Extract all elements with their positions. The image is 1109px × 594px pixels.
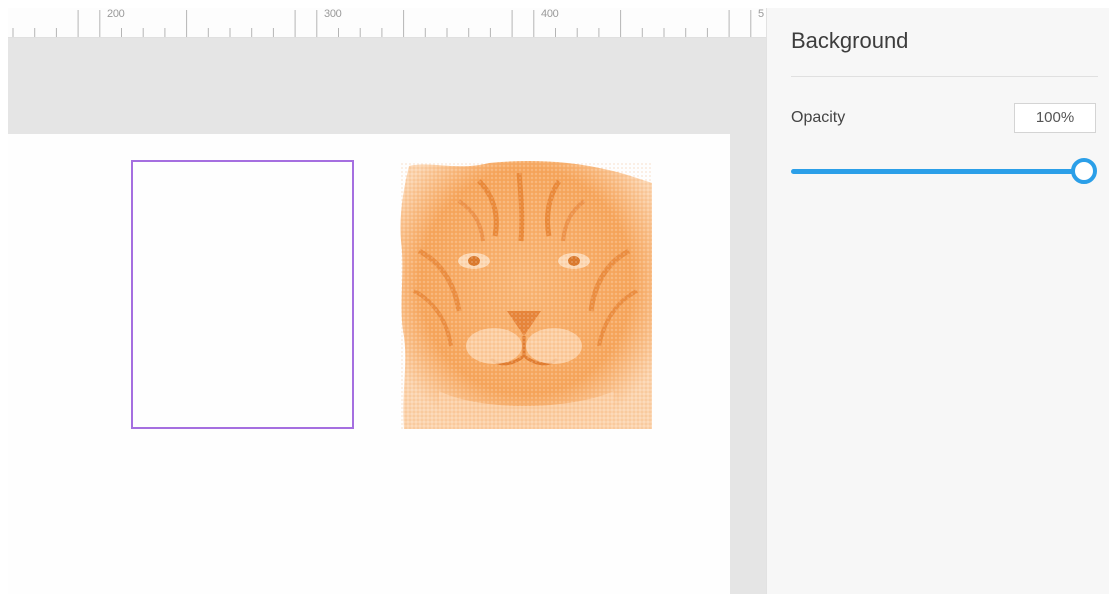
canvas-area[interactable]: 200 300 400 5 [8,8,766,594]
artboard[interactable] [8,134,730,594]
app-window: 200 300 400 5 Background Opacity 100% [0,0,1109,594]
properties-panel: Background Opacity 100% [766,8,1109,594]
opacity-slider[interactable] [791,158,1097,184]
tiger-image[interactable] [399,161,652,429]
panel-divider [791,76,1098,77]
opacity-label: Opacity [791,109,846,126]
opacity-slider-track[interactable] [791,169,1084,174]
panel-title: Background [791,28,909,53]
selected-frame[interactable] [131,160,354,429]
slider-thumb-icon[interactable] [1071,158,1097,184]
ruler-label-300: 300 [324,8,342,20]
ruler-label-200: 200 [107,8,125,20]
ruler-label-400: 400 [541,8,559,20]
tiger-picture [399,161,652,429]
opacity-input[interactable]: 100% [1014,103,1096,133]
ruler-label-500: 5 [758,8,764,20]
horizontal-ruler: 200 300 400 5 [8,8,766,38]
